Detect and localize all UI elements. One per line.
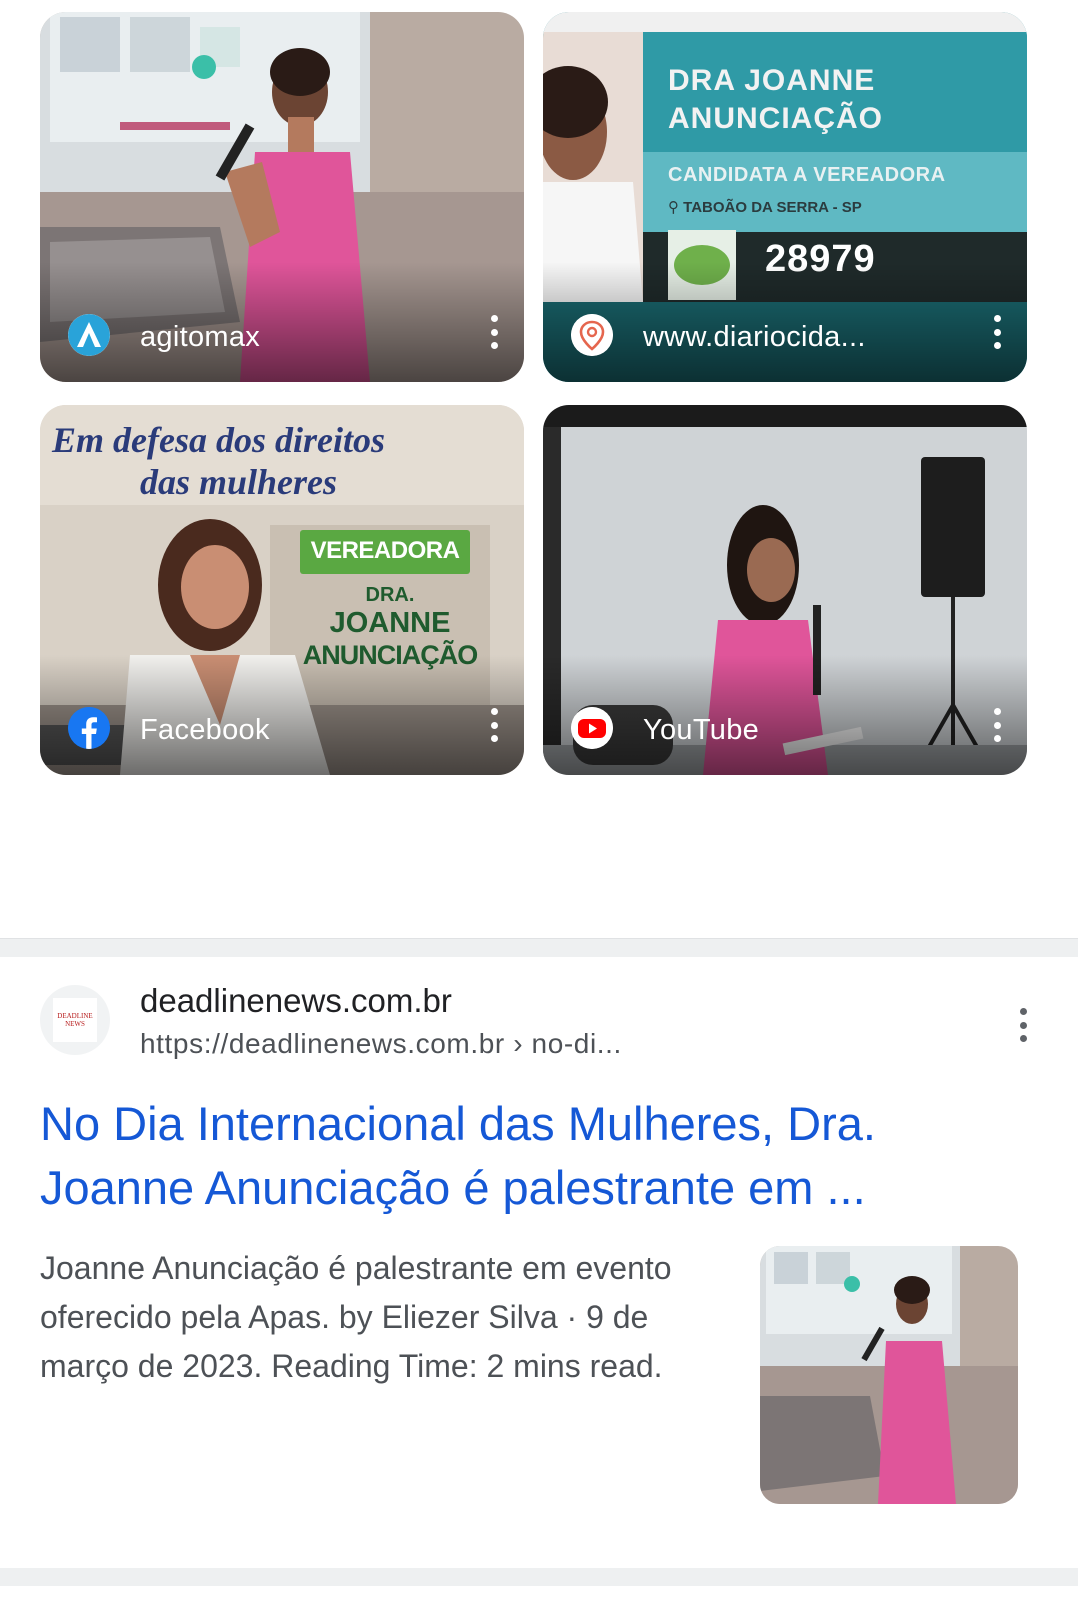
result-snippet: Joanne Anunciação é palestrante em event… bbox=[40, 1250, 672, 1384]
site-favicon[interactable]: DEADLINE NEWS bbox=[40, 985, 110, 1055]
youtube-icon bbox=[571, 707, 613, 749]
caption-scrim bbox=[40, 262, 524, 382]
map-pin-icon bbox=[571, 314, 613, 356]
source-label: www.diariocida... bbox=[643, 321, 866, 353]
poster-name-line1: DRA JOANNE bbox=[668, 64, 876, 97]
location-pin-icon: ⚲ bbox=[668, 199, 679, 216]
image-result-diariocidade[interactable]: DRA JOANNE ANUNCIAÇÃO CANDIDATA A VEREAD… bbox=[543, 12, 1027, 382]
more-options-icon[interactable] bbox=[484, 705, 504, 745]
site-name[interactable]: deadlinenews.com.br bbox=[140, 982, 452, 1020]
poster-heading-line2: das mulheres bbox=[140, 462, 338, 502]
source-label: YouTube bbox=[643, 714, 760, 746]
result-title-link[interactable]: No Dia Internacional das Mulheres, Dra. … bbox=[40, 1092, 1030, 1220]
result-thumbnail[interactable] bbox=[760, 1246, 1018, 1504]
deadline-news-logo: DEADLINE NEWS bbox=[53, 998, 97, 1042]
site-url[interactable]: https://deadlinenews.com.br › no-di... bbox=[140, 1028, 622, 1060]
section-divider bbox=[0, 1568, 1078, 1586]
more-options-icon[interactable] bbox=[987, 312, 1007, 352]
poster-badge: VEREADORA bbox=[310, 537, 460, 564]
image-result-youtube[interactable]: YouTube bbox=[543, 405, 1027, 775]
image-result-facebook[interactable]: Em defesa dos direitos das mulheres VERE… bbox=[40, 405, 524, 775]
more-options-icon[interactable] bbox=[1018, 1008, 1028, 1042]
source-label: agitomax bbox=[140, 321, 261, 353]
more-options-icon[interactable] bbox=[987, 705, 1007, 745]
image-result-agitomax[interactable]: agitomax bbox=[40, 12, 524, 382]
poster-name-line2: ANUNCIAÇÃO bbox=[668, 102, 883, 135]
source-label: Facebook bbox=[140, 714, 270, 746]
poster-subtitle: CANDIDATA A VEREADORA bbox=[668, 164, 946, 186]
caption-scrim bbox=[543, 655, 1027, 775]
more-options-icon[interactable] bbox=[484, 312, 504, 352]
facebook-icon bbox=[68, 707, 110, 749]
poster-location: ⚲ TABOÃO DA SERRA - SP bbox=[668, 199, 862, 216]
caption-scrim bbox=[40, 655, 524, 775]
poster-heading-line1: Em defesa dos direitos bbox=[52, 420, 385, 460]
section-divider bbox=[0, 938, 1078, 957]
thumbnail-image bbox=[760, 1246, 1018, 1504]
agitomax-logo-icon bbox=[68, 314, 110, 356]
